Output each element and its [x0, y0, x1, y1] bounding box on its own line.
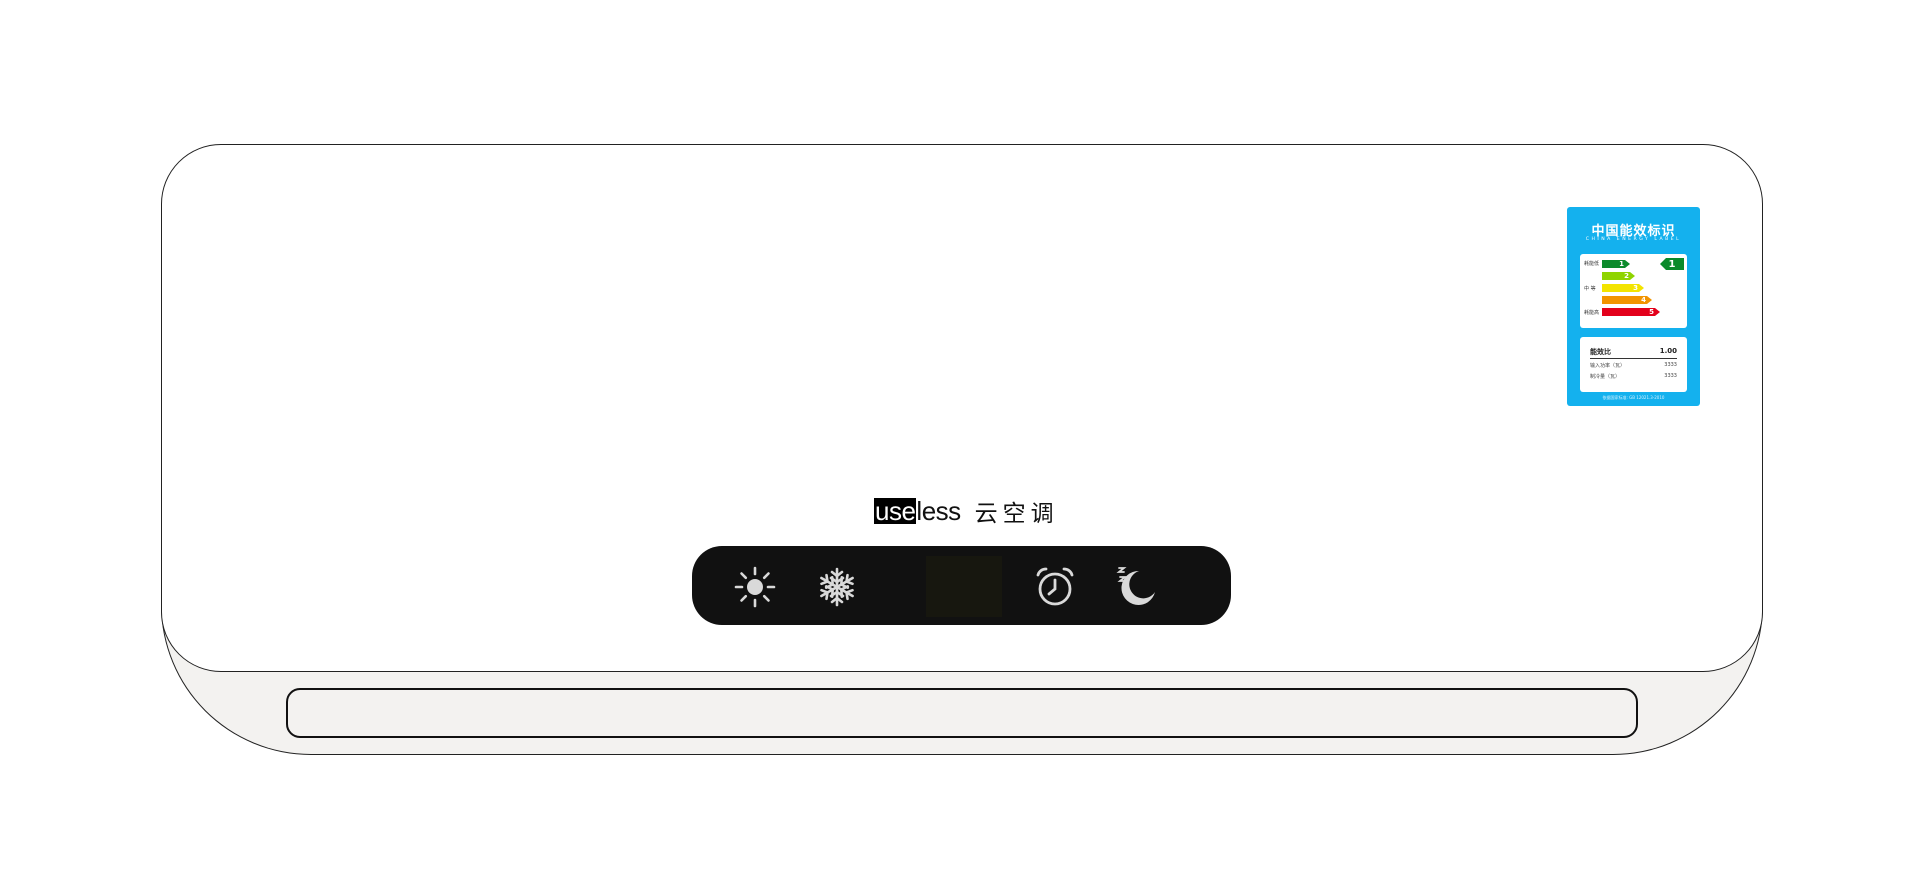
brand-logo-highlight: use — [874, 496, 917, 526]
energy-label-subtitle: CHINA ENERGY LABEL — [1585, 237, 1682, 242]
grade-bar-3: 3 — [1602, 284, 1644, 292]
timer-button[interactable] — [1032, 564, 1078, 610]
sleep-button[interactable] — [1114, 564, 1160, 610]
cooling-value: 3333 — [1664, 373, 1677, 379]
brand-name: 云空调 — [974, 501, 1059, 527]
alarm-clock-icon — [1036, 567, 1074, 606]
moon-icon — [1116, 567, 1155, 605]
efficiency-row: 能效比 1.00 — [1590, 347, 1677, 359]
current-grade-badge: 1 — [1660, 258, 1684, 270]
cooling-row: 制冷量（瓦） 3333 — [1590, 373, 1677, 380]
energy-label: 中国能效标识 CHINA ENERGY LABEL 耗能低 中 等 耗能高 1 … — [1567, 207, 1700, 406]
brand-logo-rest: less — [916, 496, 961, 526]
grade-side-mid: 中 等 — [1584, 286, 1596, 292]
energy-specs: 能效比 1.00 输入功率（瓦） 3333 制冷量（瓦） 3333 — [1580, 337, 1687, 392]
grade-bar-4: 4 — [1602, 296, 1652, 304]
cool-button[interactable] — [814, 564, 860, 610]
efficiency-label: 能效比 — [1590, 348, 1611, 356]
control-panel — [692, 546, 1231, 625]
air-vent — [286, 688, 1638, 738]
input-power-value: 3333 — [1664, 362, 1677, 368]
snowflake-icon — [817, 567, 857, 607]
grade-bar-2: 2 — [1602, 272, 1635, 280]
input-power-label: 输入功率（瓦） — [1590, 363, 1626, 369]
brand-logo: use less — [874, 498, 961, 524]
grade-bar-5: 5 — [1602, 308, 1660, 316]
energy-grade-scale: 耗能低 中 等 耗能高 1 2 3 4 5 1 — [1580, 254, 1687, 328]
energy-label-footer: 依据国家标准: GB 12021.3-2010 — [1602, 395, 1665, 400]
grade-side-high: 耗能高 — [1584, 310, 1600, 316]
input-power-row: 输入功率（瓦） 3333 — [1590, 362, 1677, 369]
efficiency-value: 1.00 — [1659, 347, 1677, 355]
grade-side-low: 耗能低 — [1584, 261, 1600, 267]
sun-icon — [734, 566, 776, 608]
brand: use less 云空调 — [874, 496, 1059, 527]
heat-button[interactable] — [732, 564, 778, 610]
temperature-display — [926, 556, 1002, 617]
cooling-label: 制冷量（瓦） — [1590, 374, 1621, 380]
grade-bar-1: 1 — [1602, 260, 1630, 268]
